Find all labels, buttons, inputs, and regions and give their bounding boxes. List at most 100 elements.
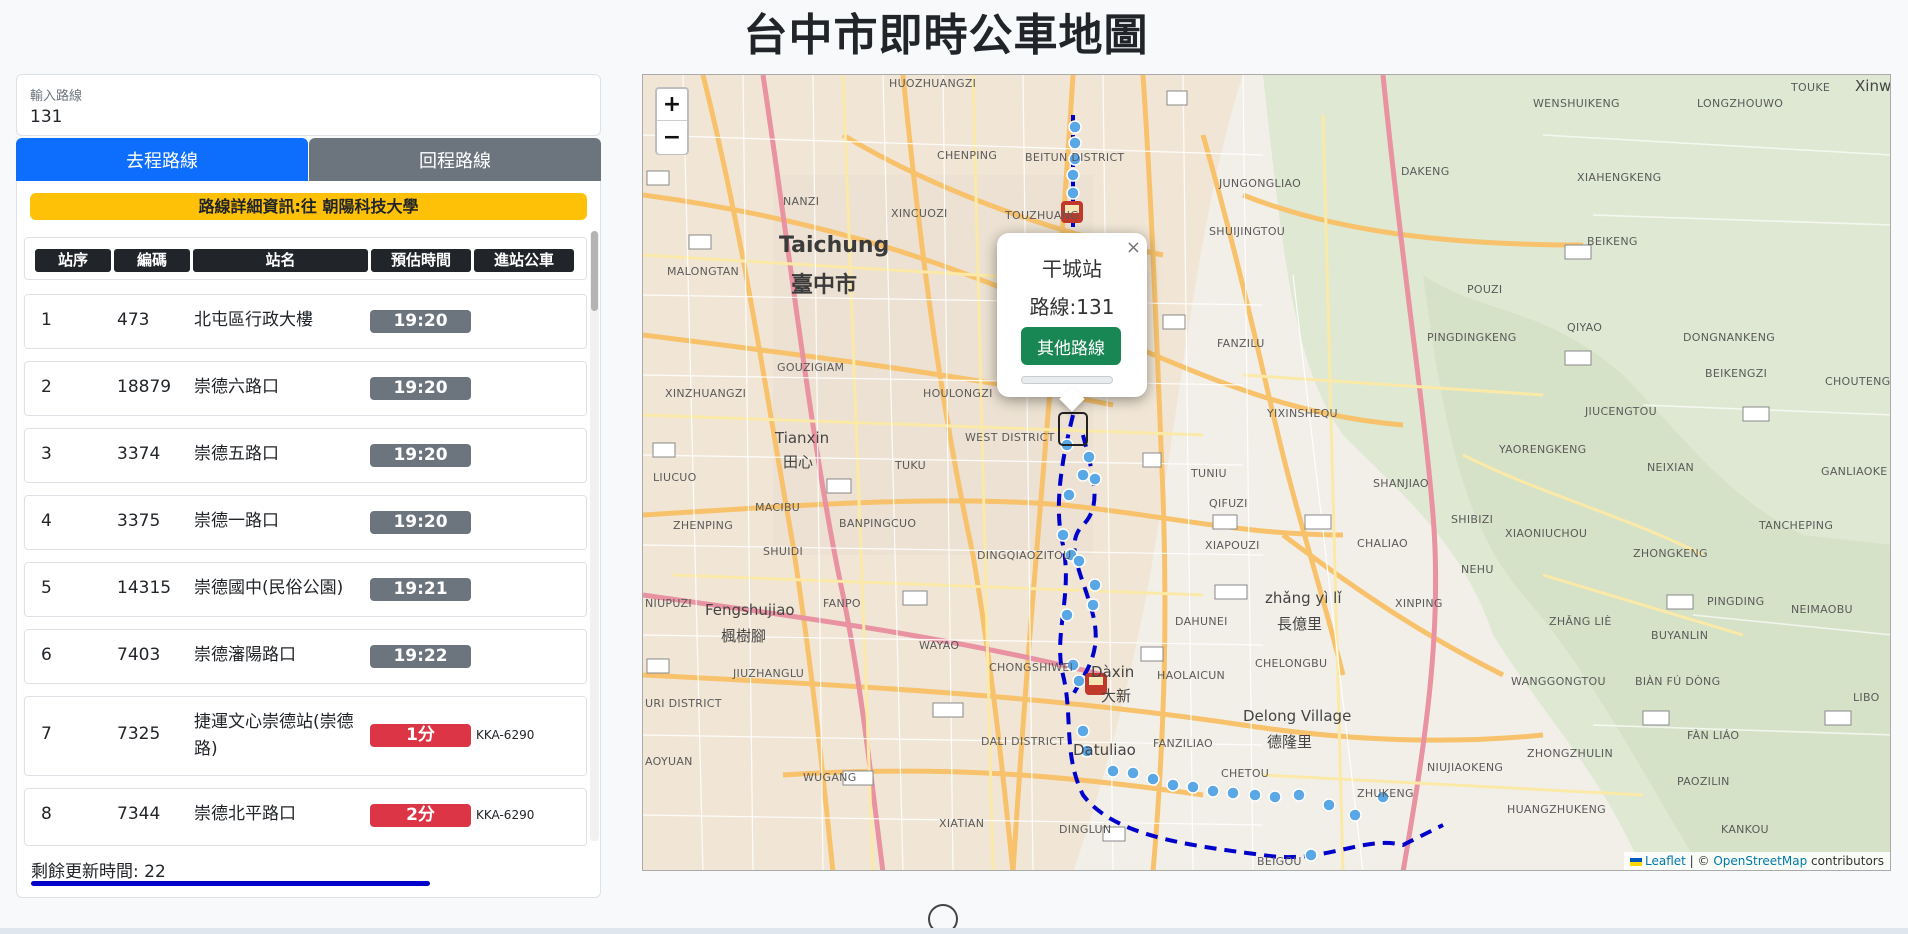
map-label: XIATIAN (939, 817, 985, 830)
table-row[interactable]: 1 473 北屯區行政大樓 19:20 (24, 294, 587, 349)
row-stop-name: 崇德瀋陽路口 (194, 645, 296, 665)
row-eta-badge: 19:21 (370, 578, 471, 601)
refresh-countdown: 剩餘更新時間: 22 (31, 862, 166, 882)
table-row[interactable]: 5 14315 崇德國中(民俗公園) 19:21 (24, 562, 587, 617)
map-label: MACIBU (755, 501, 801, 514)
row-stop-name: 崇德國中(民俗公園) (194, 578, 344, 598)
map-label: LONGZHOUWO (1697, 97, 1784, 110)
popup-route: 路線:131 (1029, 295, 1115, 319)
row-code: 7403 (117, 645, 161, 665)
attribution-separator: | © (1685, 854, 1714, 868)
map-label: XINPING (1395, 597, 1443, 610)
route-input-label: 輸入路線 (30, 89, 83, 104)
scrollbar-thumb[interactable] (591, 231, 598, 311)
map-label: CHALIAO (1357, 537, 1408, 550)
attribution-tail: contributors (1807, 854, 1884, 868)
map-label: BUYANLIN (1651, 629, 1709, 642)
map-label: GANLIAOKE (1821, 465, 1888, 478)
countdown-progress-fill (31, 881, 430, 886)
map-label: FANZILIAO (1153, 737, 1213, 750)
map-label: XIAHENGKENG (1577, 171, 1662, 184)
map-label: CHOUTENGKENG (1825, 375, 1891, 388)
map-label: Fengshujiao (705, 601, 795, 619)
map-label: URI DISTRICT (645, 697, 722, 710)
map-label: POUZI (1467, 283, 1503, 296)
row-eta-badge: 2分 (370, 804, 471, 827)
map-label: MALONGTAN (667, 265, 740, 278)
map-label: PINGDINGKENG (1427, 331, 1517, 344)
header-code: 編碼 (114, 249, 190, 272)
table-row[interactable]: 4 3375 崇德一路口 19:20 (24, 495, 587, 550)
map-label: WUGANG (803, 771, 857, 784)
zoom-control: + − (655, 87, 689, 155)
route-input[interactable] (30, 105, 570, 129)
popup-stop-name: 干城站 (1042, 257, 1102, 281)
map-label: AOYUAN (645, 755, 693, 768)
countdown-progress (31, 881, 577, 886)
map-label: SHANJIAO (1373, 477, 1429, 490)
table-row[interactable]: 2 18879 崇德六路口 19:20 (24, 361, 587, 416)
row-stop-name: 崇德一路口 (194, 511, 279, 531)
row-stop-name: 北屯區行政大樓 (194, 310, 313, 330)
map-label: NEHU (1461, 563, 1494, 576)
map-label: JIUCENGTOU (1585, 405, 1657, 418)
tab-return[interactable]: 回程路線 (309, 138, 601, 181)
map-label: LIBO (1853, 691, 1880, 704)
map-label: 田心 (783, 453, 814, 471)
map-label: NIUPUZI (645, 597, 692, 610)
header-seq: 站序 (35, 249, 111, 272)
table-row[interactable]: 3 3374 崇德五路口 19:20 (24, 428, 587, 483)
osm-link[interactable]: OpenStreetMap (1713, 854, 1807, 868)
leaflet-link[interactable]: Leaflet (1645, 854, 1686, 868)
row-seq: 5 (41, 578, 52, 598)
map-label: NIUJIAOKENG (1427, 761, 1504, 774)
row-stop-name: 崇德北平路口 (194, 804, 296, 824)
other-routes-button[interactable]: 其他路線 (1021, 327, 1121, 365)
row-seq: 3 (41, 444, 52, 464)
map-label: ZHUKENG (1357, 787, 1414, 800)
row-code: 18879 (117, 377, 172, 397)
map-label: CHONGSHIWEI (989, 661, 1074, 674)
map-label: DINGQIAOZITOU (977, 549, 1072, 562)
row-stop-name: 崇德五路口 (194, 444, 279, 464)
popup-scroll-bar[interactable] (1021, 376, 1113, 384)
map-label: JUNGONGLIAO (1219, 177, 1302, 190)
bus-map[interactable]: Taichung 臺中市 Tianxin 田心 Fengshujiao 楓樹腳 … (642, 74, 1891, 871)
row-seq: 6 (41, 645, 52, 665)
header-stop-name: 站名 (193, 249, 368, 272)
map-label: BEITUN DISTRICT (1025, 151, 1125, 164)
zoom-out-button[interactable]: − (657, 122, 687, 154)
header-eta: 預估時間 (371, 249, 471, 272)
map-label: TANCHEPING (1759, 519, 1834, 532)
table-row[interactable]: 8 7344 崇德北平路口 2分 KKA-6290 (24, 788, 587, 846)
map-label: GOUZIGIAM (777, 361, 845, 374)
row-eta-badge: 19:20 (370, 310, 471, 333)
map-label: FANPO (823, 597, 861, 610)
map-label: Tianxin (775, 429, 830, 447)
map-label: CHENPING (937, 149, 998, 162)
route-input-field[interactable]: 輸入路線 (16, 74, 601, 136)
stop-popup: × 干城站 路線:131 其他路線 (997, 233, 1147, 412)
map-label: HUANGZHUKENG (1507, 803, 1606, 816)
zoom-in-button[interactable]: + (657, 89, 687, 121)
row-code: 3374 (117, 444, 161, 464)
row-bus-plate: KKA-6290 (476, 808, 535, 822)
row-eta-badge: 19:20 (370, 511, 471, 534)
map-label: XIAONIUCHOU (1505, 527, 1588, 540)
ukraine-flag-icon (1630, 857, 1642, 866)
stops-scrollbar[interactable] (590, 231, 599, 841)
map-label: SHUIJINGTOU (1209, 225, 1286, 238)
row-seq: 2 (41, 377, 52, 397)
tab-outbound[interactable]: 去程路線 (16, 138, 308, 181)
map-label: NEIXIAN (1647, 461, 1695, 474)
map-label: ZHONGKENG (1633, 547, 1708, 560)
table-row[interactable]: 7 7325 捷運文心崇德站(崇德路) 1分 KKA-6290 (24, 696, 587, 776)
map-label: NANZI (783, 195, 820, 208)
map-label: LIUCUO (653, 471, 697, 484)
map-label: BEIGOU (1257, 855, 1302, 868)
map-label: SHUIDI (763, 545, 804, 558)
map-label: Dàxin (1091, 663, 1135, 681)
map-label: 臺中市 (791, 273, 858, 298)
table-row[interactable]: 6 7403 崇德瀋陽路口 19:22 (24, 629, 587, 684)
map-label: 長億里 (1277, 615, 1323, 633)
